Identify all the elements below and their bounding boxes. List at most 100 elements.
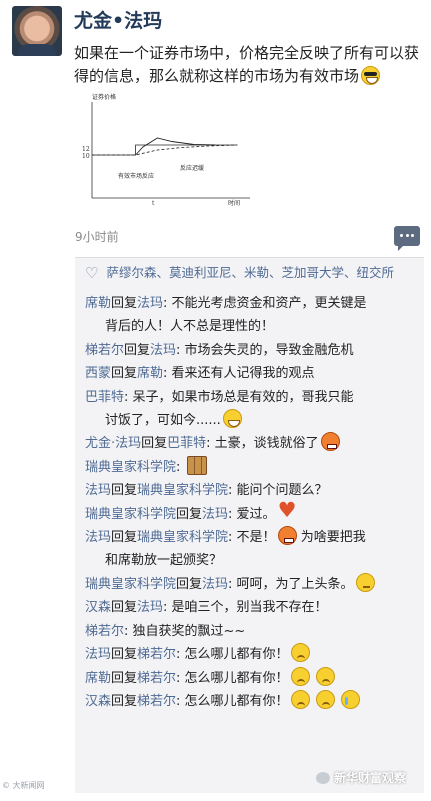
annot-slow: 反应迟缓 [180, 164, 204, 172]
reply-target-name[interactable]: 梯若尔 [137, 647, 176, 662]
comment-text: : 呆子，如果市场总是有效的，哥我只能 [124, 389, 354, 405]
reply-word: 回复 [111, 600, 138, 616]
comment-text: : [176, 459, 181, 475]
annot-efficient: 有效市场反应 [118, 172, 154, 180]
commenter-name[interactable]: 席勒 [85, 296, 111, 311]
comment-item: 瑞典皇家科学院回复法玛: 爱过。 [85, 499, 419, 526]
comment-text: : 爱过。 [228, 506, 276, 522]
sad-emoji-icon [315, 666, 335, 686]
reply-target-name[interactable]: 瑞典皇家科学院 [137, 483, 228, 498]
comment-text-cont: 背后的人！人不总是理性的！ [105, 319, 275, 335]
commenter-name[interactable]: 西蒙 [85, 366, 111, 381]
comment-continuation: 和席勒放一起颁奖？ [85, 549, 419, 572]
reply-word: 回复 [111, 670, 138, 686]
comment-text: : 能问个问题么？ [228, 483, 328, 499]
chart-ylabel: 证券价格 [92, 93, 116, 101]
commenter-name[interactable]: 席勒 [85, 671, 111, 686]
comment-text: : 怎么哪儿都有你！ [176, 693, 289, 709]
reply-target-name[interactable]: 席勒 [137, 366, 163, 381]
commenter-name[interactable]: 法玛 [85, 647, 111, 662]
price-response-chart: 证券价格 12 10 t 时间 有效市场反应 反应迟缓 [82, 93, 250, 207]
commenter-name[interactable]: 法玛 [85, 483, 111, 498]
reply-word: 回复 [111, 483, 138, 499]
reply-target-name[interactable]: 法玛 [137, 296, 163, 311]
smirk-emoji-icon [355, 572, 375, 592]
comment-item: 梯若尔: 独自获奖的飘过~~ [85, 620, 419, 643]
comment-text-cont: 讨饭了，可如今...... [105, 413, 221, 429]
series-line-1 [92, 144, 238, 156]
comment-continuation: 背后的人！人不总是理性的！ [85, 315, 419, 338]
comment-text: : 市场会失灵的，导致金融危机 [176, 342, 354, 358]
reply-target-name[interactable]: 法玛 [202, 507, 228, 522]
author-avatar[interactable] [12, 6, 62, 56]
reply-target-name[interactable]: 法玛 [202, 577, 228, 592]
reply-target-name[interactable]: 梯若尔 [137, 671, 176, 686]
series-layer [92, 137, 238, 156]
comment-text: : 呵呵，为了上头条。 [228, 576, 354, 592]
commenter-name[interactable]: 巴菲特 [85, 390, 124, 405]
likes-list[interactable]: 萨缪尔森、莫迪利亚尼、米勒、芝加哥大学、纽交所 [106, 265, 394, 280]
reply-word: 回复 [176, 506, 203, 522]
commenter-name[interactable]: 汉森 [85, 694, 111, 709]
comment-text: : 看来还有人记得我的观点 [163, 366, 315, 382]
comment-item: 瑞典皇家科学院回复法玛: 呵呵，为了上头条。 [85, 572, 419, 596]
reply-target-name[interactable]: 法玛 [150, 343, 176, 358]
reply-target-name[interactable]: 瑞典皇家科学院 [137, 530, 228, 545]
sad-emoji-icon [290, 689, 310, 709]
wechat-icon [316, 772, 330, 784]
like-heart-icon: ♡ [85, 264, 99, 282]
post-text: 如果在一个证券市场中，价格完全反映了所有可以获得的信息，那么就称这样的市场为有效… [74, 42, 422, 88]
comment-item: 西蒙回复席勒: 看来还有人记得我的观点 [85, 362, 419, 385]
reply-word: 回复 [111, 693, 138, 709]
comment-item: 席勒回复梯若尔: 怎么哪儿都有你！ [85, 666, 419, 690]
chart-xlabel: 时间 [228, 199, 240, 207]
commenter-name[interactable]: 瑞典皇家科学院 [85, 507, 176, 522]
reply-target-name[interactable]: 巴菲特 [167, 436, 206, 451]
commenter-name[interactable]: 瑞典皇家科学院 [85, 577, 176, 592]
group-photo-emoji-icon [186, 455, 207, 475]
reply-word: 回复 [176, 576, 203, 592]
comment-text: : 不能光考虑资金和资产，更关键是 [163, 296, 367, 311]
interaction-panel: ♡ 萨缪尔森、莫迪利亚尼、米勒、芝加哥大学、纽交所 席勒回复法玛: 不能光考虑资金… [75, 257, 424, 793]
commenter-name[interactable]: 梯若尔 [85, 624, 124, 639]
commenter-name[interactable]: 汉森 [85, 600, 111, 615]
comment-text-cont: 和席勒放一起颁奖？ [105, 553, 223, 569]
comment-text: : 不是！ [228, 530, 276, 546]
reply-word: 回复 [124, 342, 151, 358]
angry-emoji-icon [277, 526, 297, 546]
series-line-0 [92, 144, 238, 156]
xtick-t: t [152, 200, 155, 207]
reply-target-name[interactable]: 法玛 [137, 600, 163, 615]
commenter-name[interactable]: 法玛 [85, 530, 111, 545]
comment-item: 汉森回复法玛: 是咱三个，别当我不存在！ [85, 596, 419, 619]
comment-continuation: 讨饭了，可如今...... [85, 409, 419, 432]
author-name[interactable]: 尤金•法玛 [74, 6, 162, 33]
comment-item: 巴菲特: 呆子，如果市场总是有效的，哥我只能讨饭了，可如今...... [85, 386, 419, 433]
comment-text: : 怎么哪儿都有你！ [176, 670, 289, 686]
sad-emoji-icon [315, 689, 335, 709]
reply-word: 回复 [111, 530, 138, 546]
commenter-name[interactable]: 梯若尔 [85, 343, 124, 358]
grin-emoji-icon [222, 409, 242, 429]
watermark-right: 新华财富观察 [316, 769, 406, 786]
post-time: 9小时前 [75, 230, 119, 244]
commenter-name[interactable]: 瑞典皇家科学院 [85, 460, 176, 475]
comment-text: : 是咱三个，别当我不存在！ [163, 600, 328, 616]
comment-menu-button[interactable] [394, 226, 420, 251]
watermark-right-text: 新华财富观察 [334, 771, 407, 785]
comment-text: : 怎么哪儿都有你！ [176, 647, 289, 663]
reply-word: 回复 [141, 436, 168, 452]
comment-item: 席勒回复法玛: 不能光考虑资金和资产，更关键是背后的人！人不总是理性的！ [85, 292, 419, 339]
reply-target-name[interactable]: 梯若尔 [137, 694, 176, 709]
comment-item: 尤金·法玛回复巴菲特: 土豪，谈钱就俗了 [85, 432, 419, 455]
comment-item: 法玛回复瑞典皇家科学院: 能问个问题么？ [85, 479, 419, 502]
commenter-name[interactable]: 尤金·法玛 [85, 436, 141, 451]
comment-text: : 独自获奖的飘过~~ [124, 623, 246, 639]
reply-word: 回复 [111, 647, 138, 663]
comment-item: 法玛回复瑞典皇家科学院: 不是！ 为啥要把我 和席勒放一起颁奖？ [85, 526, 419, 573]
comment-item: 瑞典皇家科学院: [85, 455, 419, 479]
ytick-12: 12 [82, 146, 90, 153]
cool-emoji-icon [361, 66, 381, 85]
heart-emoji-icon [278, 499, 297, 522]
reply-word: 回复 [111, 296, 138, 311]
